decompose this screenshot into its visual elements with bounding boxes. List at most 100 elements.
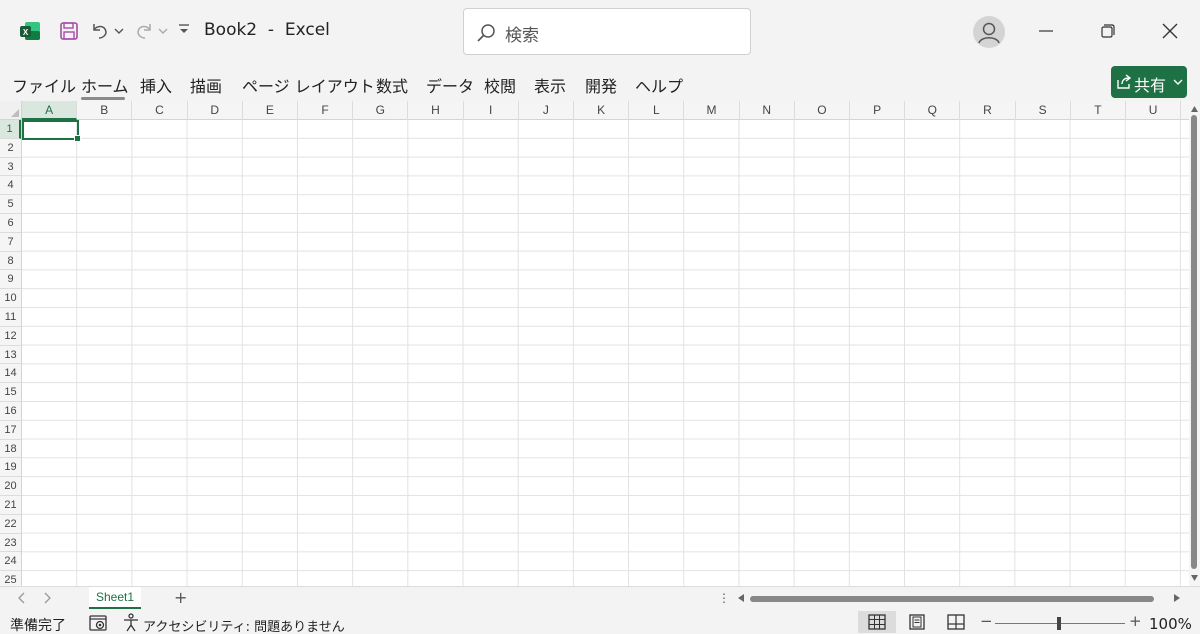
- row-header-23[interactable]: 23: [0, 534, 21, 553]
- redo-icon[interactable]: [134, 21, 154, 41]
- row-header-14[interactable]: 14: [0, 364, 21, 384]
- tab-data[interactable]: データ: [426, 73, 474, 97]
- page-break-view-button[interactable]: [937, 611, 975, 633]
- tab-page-layout[interactable]: ページ レイアウト: [242, 73, 375, 97]
- row-headers: 1 2 3 4 5 6 7 8 9 10 11 12 13 14 15 16 17 18 19 20 21 22 23 24 2…: [0, 120, 22, 586]
- select-all-corner[interactable]: [0, 101, 22, 120]
- column-header-b[interactable]: B: [77, 101, 133, 120]
- sheet-next-icon[interactable]: [42, 592, 52, 604]
- row-header-2[interactable]: 2: [0, 139, 21, 158]
- tab-help[interactable]: ヘルプ: [635, 73, 683, 97]
- avatar[interactable]: [973, 16, 1005, 48]
- active-cell-a1[interactable]: [22, 120, 81, 142]
- column-header-i[interactable]: I: [464, 101, 519, 120]
- column-header-u[interactable]: U: [1126, 101, 1182, 120]
- redo-dropdown-icon[interactable]: [158, 26, 168, 36]
- column-header-c[interactable]: C: [132, 101, 188, 120]
- tab-view[interactable]: 表示: [534, 73, 566, 97]
- row-header-8[interactable]: 8: [0, 252, 21, 271]
- row-header-20[interactable]: 20: [0, 477, 21, 496]
- tab-formulas[interactable]: 数式: [376, 73, 408, 97]
- customize-qat-icon[interactable]: [178, 23, 190, 37]
- column-header-h[interactable]: H: [408, 101, 464, 120]
- zoom-level[interactable]: 100%: [1149, 615, 1192, 633]
- undo-icon[interactable]: [90, 21, 110, 41]
- worksheet-grid[interactable]: ABCDEFGHIJKLMNOPQRSTU 1 2 3 4 5 6 7 8 9 10 11 12 13 1…: [0, 101, 1189, 586]
- column-header-d[interactable]: D: [188, 101, 243, 120]
- row-header-16[interactable]: 16: [0, 402, 21, 421]
- column-header-r[interactable]: R: [960, 101, 1016, 120]
- column-header-g[interactable]: G: [353, 101, 409, 120]
- horizontal-scroll-thumb[interactable]: [750, 596, 1154, 602]
- column-header-s[interactable]: S: [1016, 101, 1071, 120]
- row-header-13[interactable]: 13: [0, 346, 21, 365]
- zoom-in-button[interactable]: +: [1129, 612, 1142, 630]
- row-header-9[interactable]: 9: [0, 270, 21, 290]
- zoom-slider-thumb[interactable]: [1057, 617, 1061, 630]
- add-sheet-button[interactable]: +: [174, 588, 187, 607]
- row-header-1[interactable]: 1: [0, 120, 21, 139]
- sheet-tab-sheet1[interactable]: Sheet1: [89, 587, 141, 609]
- scroll-left-icon[interactable]: [738, 594, 744, 602]
- tab-draw[interactable]: 描画: [190, 73, 222, 97]
- column-header-j[interactable]: J: [519, 101, 574, 120]
- normal-view-button[interactable]: [858, 611, 896, 633]
- row-header-18[interactable]: 18: [0, 440, 21, 459]
- share-icon: [1117, 74, 1132, 89]
- cell-area[interactable]: [22, 120, 1189, 586]
- tab-developer[interactable]: 開発: [585, 73, 617, 97]
- row-header-5[interactable]: 5: [0, 195, 21, 214]
- row-header-25[interactable]: 25: [0, 571, 21, 586]
- column-header-k[interactable]: K: [574, 101, 630, 120]
- page-layout-view-button[interactable]: [898, 611, 936, 633]
- close-icon[interactable]: [1155, 16, 1185, 46]
- tab-insert[interactable]: 挿入: [140, 73, 172, 97]
- row-header-10[interactable]: 10: [0, 289, 21, 308]
- row-header-6[interactable]: 6: [0, 214, 21, 233]
- column-header-a[interactable]: A: [22, 101, 78, 120]
- search-input[interactable]: 検索: [463, 8, 751, 55]
- ribbon-tab-bar: ファイル ホーム 挿入 描画 ページ レイアウト 数式 データ 校閲 表示 開発…: [0, 62, 1200, 102]
- row-header-7[interactable]: 7: [0, 233, 21, 252]
- row-header-17[interactable]: 17: [0, 421, 21, 440]
- row-header-24[interactable]: 24: [0, 552, 21, 572]
- column-header-l[interactable]: L: [629, 101, 685, 120]
- tab-home[interactable]: ホーム: [81, 73, 129, 97]
- share-button[interactable]: 共有: [1111, 66, 1187, 98]
- column-header-e[interactable]: E: [243, 101, 298, 120]
- tab-review[interactable]: 校閲: [484, 73, 516, 97]
- row-header-3[interactable]: 3: [0, 158, 21, 177]
- column-header-f[interactable]: F: [298, 101, 354, 120]
- save-icon[interactable]: [60, 22, 78, 40]
- column-header-q[interactable]: Q: [905, 101, 961, 120]
- row-header-12[interactable]: 12: [0, 327, 21, 346]
- minimize-icon[interactable]: [1031, 16, 1061, 46]
- accessibility-icon[interactable]: [122, 613, 142, 633]
- sheet-options-icon[interactable]: ⋮: [718, 591, 730, 605]
- vertical-scrollbar[interactable]: [1189, 101, 1200, 586]
- column-header-p[interactable]: P: [850, 101, 906, 120]
- column-header-t[interactable]: T: [1071, 101, 1126, 120]
- scroll-down-icon[interactable]: [1191, 575, 1198, 581]
- accessibility-status[interactable]: アクセシビリティ: 問題ありません: [143, 616, 345, 634]
- row-header-19[interactable]: 19: [0, 458, 21, 478]
- row-header-15[interactable]: 15: [0, 383, 21, 402]
- chevron-down-icon: [1173, 79, 1183, 85]
- column-header-o[interactable]: O: [795, 101, 850, 120]
- row-header-21[interactable]: 21: [0, 496, 21, 515]
- zoom-out-button[interactable]: −: [980, 612, 993, 630]
- row-header-4[interactable]: 4: [0, 176, 21, 196]
- undo-dropdown-icon[interactable]: [114, 26, 124, 36]
- vertical-scroll-thumb[interactable]: [1191, 115, 1197, 569]
- column-header-m[interactable]: M: [684, 101, 740, 120]
- row-header-11[interactable]: 11: [0, 308, 21, 327]
- column-header-n[interactable]: N: [740, 101, 795, 120]
- scroll-up-icon[interactable]: [1191, 106, 1198, 112]
- macro-record-icon[interactable]: [89, 615, 107, 631]
- ready-status: 準備完了: [10, 618, 66, 634]
- row-header-22[interactable]: 22: [0, 515, 21, 534]
- scroll-right-icon[interactable]: [1174, 594, 1180, 602]
- sheet-prev-icon[interactable]: [17, 592, 27, 604]
- tab-file[interactable]: ファイル: [12, 73, 76, 97]
- restore-icon[interactable]: [1093, 16, 1123, 46]
